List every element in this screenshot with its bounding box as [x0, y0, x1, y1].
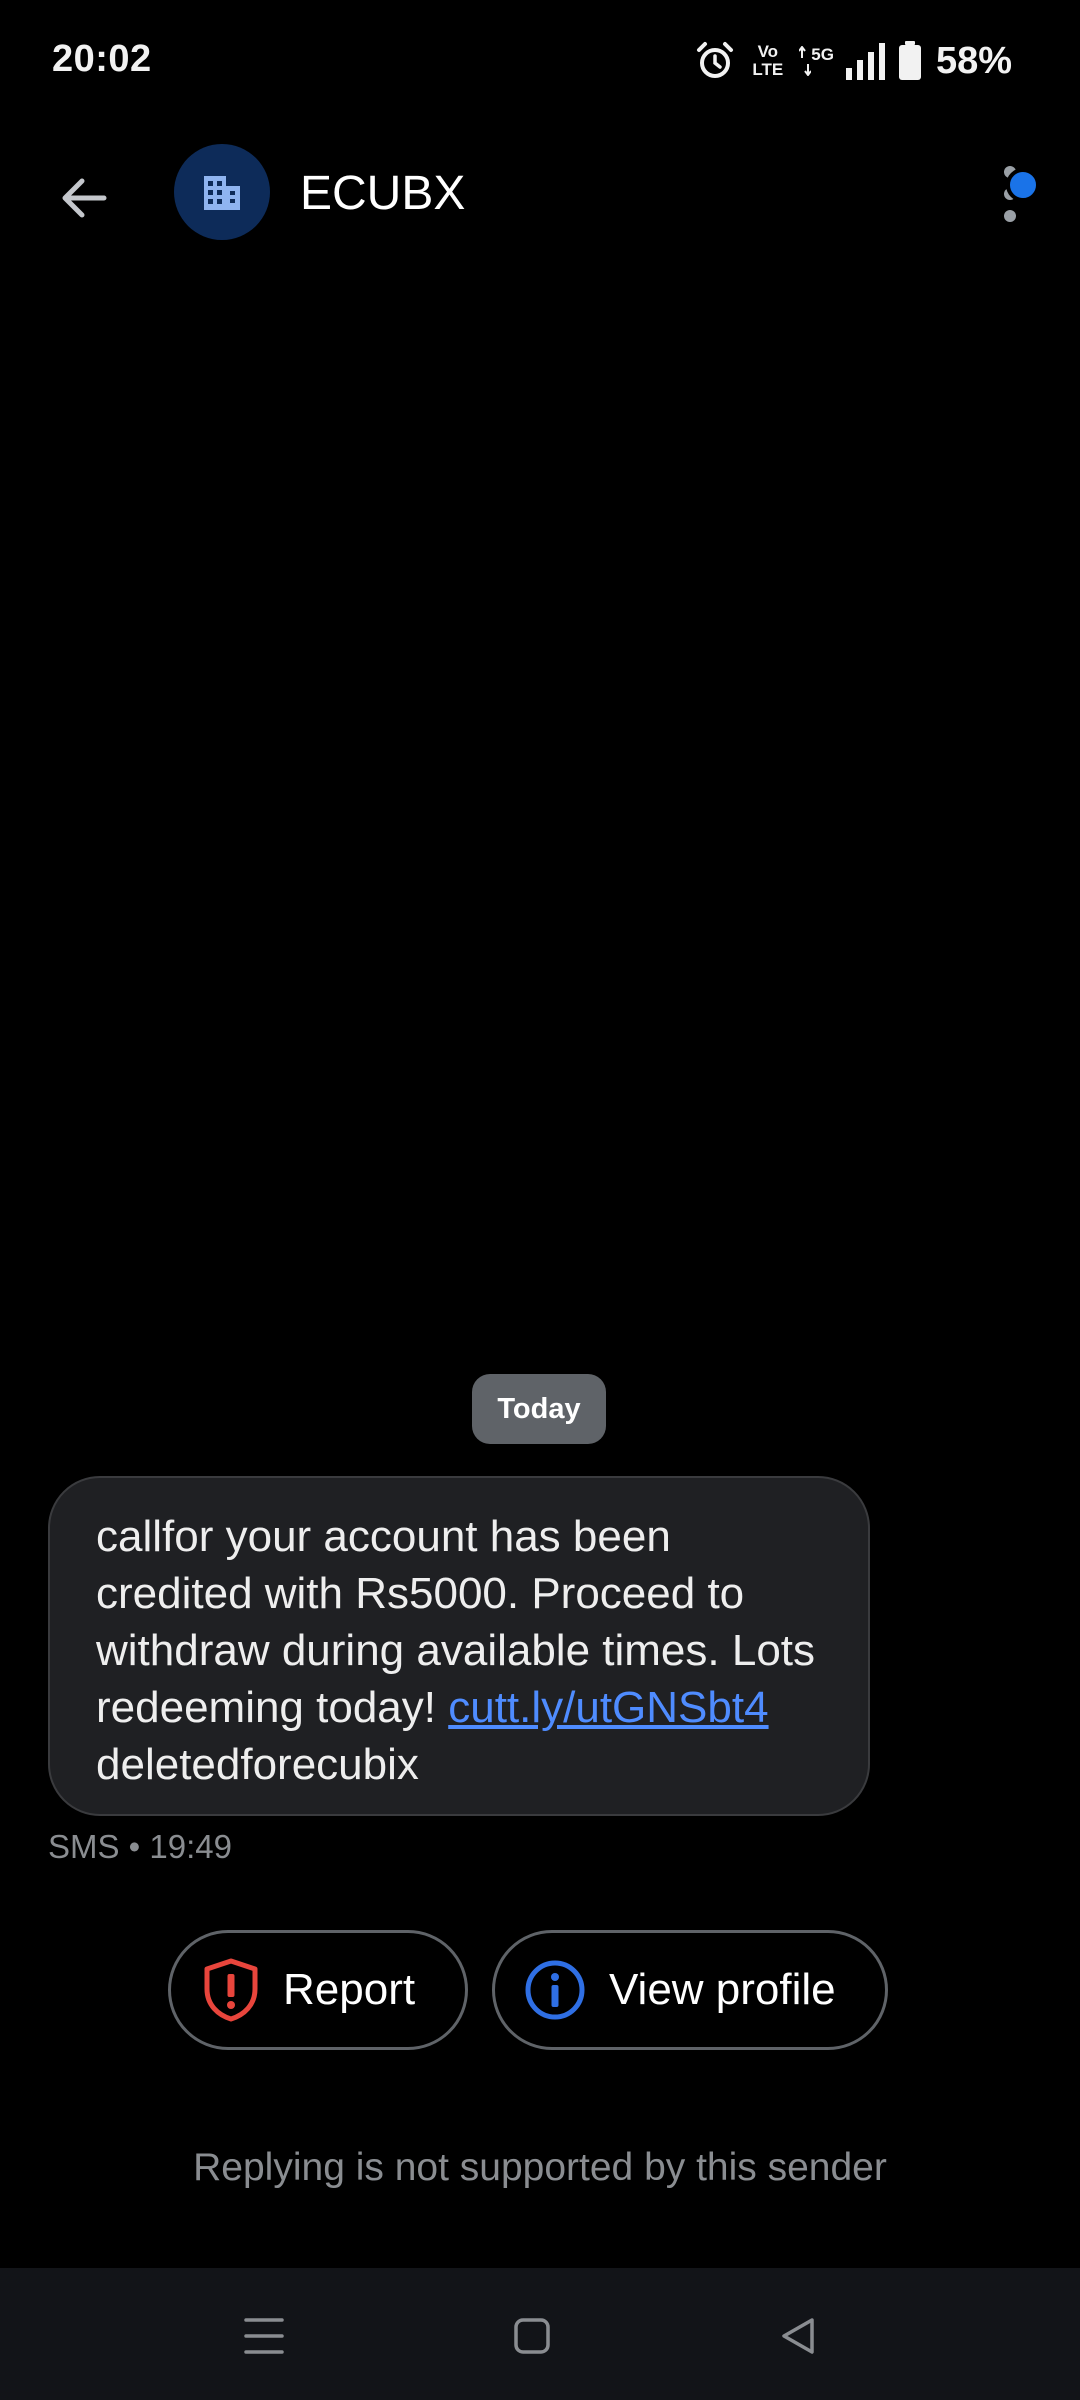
5g-icon: 5G [799, 46, 834, 76]
more-options-button[interactable] [984, 154, 1044, 234]
status-time: 20:02 [52, 38, 152, 80]
view-profile-label: View profile [609, 1965, 836, 2014]
system-nav-bar [0, 2268, 1080, 2400]
reply-not-supported-note: Replying is not supported by this sender [193, 2146, 887, 2189]
alarm-icon [694, 40, 736, 82]
contact-name: ECUBX [300, 167, 466, 220]
notification-badge [1006, 168, 1040, 202]
report-button[interactable]: Report [168, 1930, 468, 2050]
status-icons: Vo LTE 5G 58% [694, 36, 1012, 86]
back-nav-button[interactable] [768, 2308, 828, 2364]
recents-icon [244, 2318, 284, 2354]
report-label: Report [283, 1965, 416, 2014]
message-link[interactable]: cutt.ly/utGNSbt4 [448, 1683, 768, 1732]
home-button[interactable] [502, 2308, 562, 2364]
recents-button[interactable] [234, 2308, 294, 2364]
conversation-header: ECUBX [0, 140, 1080, 250]
building-icon [204, 176, 240, 210]
status-bar: 20:02 Vo LTE 5G 58% [0, 0, 1080, 120]
view-profile-button[interactable]: View profile [492, 1930, 888, 2050]
avatar[interactable] [174, 144, 270, 240]
home-icon [514, 2318, 550, 2354]
battery-percentage: 58% [935, 39, 1012, 82]
arrow-left-icon [62, 178, 107, 218]
message-bubble[interactable]: callfor your account has been credited w… [48, 1476, 870, 1816]
battery-icon [898, 41, 922, 81]
back-icon [782, 2318, 814, 2354]
message-meta: SMS • 19:49 [48, 1828, 232, 1865]
signal-icon [845, 42, 886, 80]
date-divider: Today [472, 1374, 606, 1444]
back-button[interactable] [48, 162, 120, 234]
shield-alert-icon [204, 1958, 258, 2022]
info-icon [525, 1960, 585, 2020]
message-text-suffix: deletedforecubix [96, 1740, 419, 1789]
volte-icon: Vo LTE [752, 42, 784, 79]
